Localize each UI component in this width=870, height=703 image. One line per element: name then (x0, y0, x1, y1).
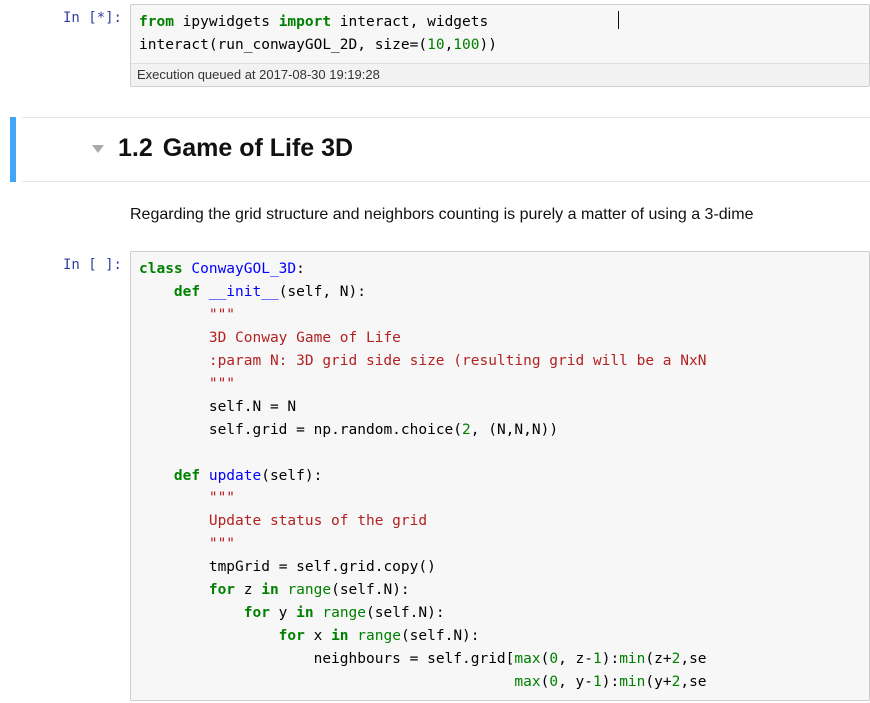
code-input-area[interactable]: class ConwayGOL_3D: def __init__(self, N… (130, 251, 870, 700)
code-editor[interactable]: from ipywidgets import interact, widgets… (131, 5, 869, 63)
code-cell-idle: In [ ]: class ConwayGOL_3D: def __init__… (0, 251, 870, 700)
builtin-range: range (357, 628, 401, 644)
num-10: 10 (427, 37, 444, 53)
class-name: ConwayGOL_3D (183, 261, 297, 277)
section-title: Game of Life 3D (163, 134, 353, 162)
cell-selected-indicator (10, 117, 16, 182)
kw-in: in (331, 628, 348, 644)
execution-queued-bar: Execution queued at 2017-08-30 19:19:28 (131, 63, 869, 86)
kw-import: import (279, 14, 331, 30)
module-name: ipywidgets (174, 14, 279, 30)
comma: , (445, 37, 454, 53)
input-prompt: In [ ]: (0, 251, 130, 700)
num-100: 100 (453, 37, 479, 53)
chevron-down-icon[interactable] (92, 145, 104, 153)
docstring-quote: """ (139, 536, 235, 552)
kw-def: def (139, 468, 200, 484)
section-heading: 1.2 Game of Life 3D (118, 134, 353, 163)
paren-open: ( (418, 37, 427, 53)
builtin-range: range (322, 605, 366, 621)
builtin-max: max (514, 674, 540, 690)
docstring-quote: """ (139, 376, 235, 392)
docstring-line: 3D Conway Game of Life (139, 330, 401, 346)
fn-update: update (200, 468, 261, 484)
section-number: 1.2 (118, 134, 153, 162)
builtin-max: max (514, 651, 540, 667)
kw-def: def (139, 284, 200, 300)
docstring-line: Update status of the grid (139, 513, 427, 529)
paren-close: )) (480, 37, 497, 53)
input-prompt: In [*]: (0, 4, 130, 87)
kw-in: in (296, 605, 313, 621)
kw-class: class (139, 261, 183, 277)
docstring-line: :param N: 3D grid side size (resulting g… (139, 353, 706, 369)
import-list: interact, widgets (331, 14, 488, 30)
kw-in: in (261, 582, 278, 598)
markdown-paragraph: Regarding the grid structure and neighbo… (130, 204, 870, 226)
markdown-heading-cell[interactable]: 1.2 Game of Life 3D (0, 117, 870, 182)
fn-init: __init__ (200, 284, 279, 300)
code-editor[interactable]: class ConwayGOL_3D: def __init__(self, N… (131, 252, 869, 699)
code-cell-running: In [*]: from ipywidgets import interact,… (0, 2, 870, 87)
builtin-min: min (619, 651, 645, 667)
text-cursor-icon (618, 11, 619, 29)
kw-from: from (139, 14, 174, 30)
kw-for: for (139, 582, 235, 598)
docstring-quote: """ (139, 490, 235, 506)
code-text: interact(run_conwayGOL_2D, size (139, 37, 410, 53)
builtin-range: range (287, 582, 331, 598)
builtin-min: min (619, 674, 645, 690)
code-input-area[interactable]: from ipywidgets import interact, widgets… (130, 4, 870, 87)
docstring-quote: """ (139, 307, 235, 323)
kw-for: for (139, 628, 305, 644)
kw-for: for (139, 605, 270, 621)
